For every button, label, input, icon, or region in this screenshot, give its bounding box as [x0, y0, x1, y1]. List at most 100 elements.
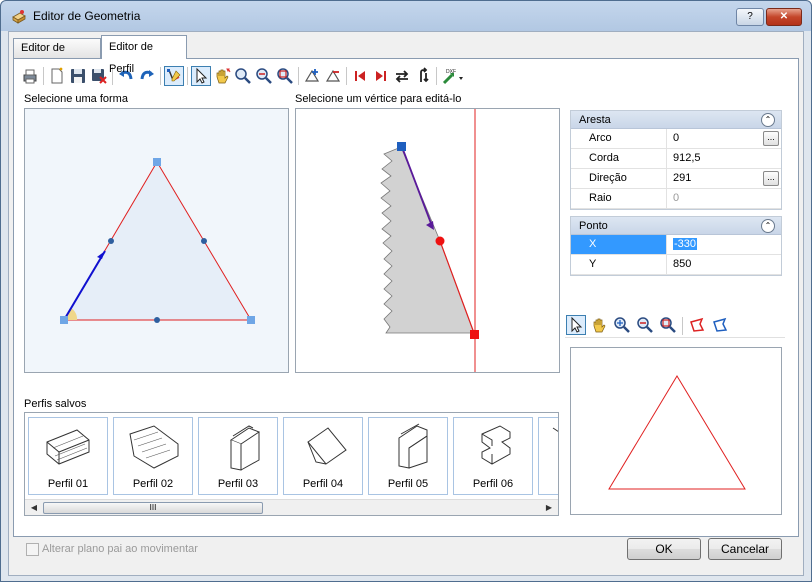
saved-profiles-label: Perfis salvos — [24, 398, 87, 410]
prop-value-text: 291 — [673, 172, 692, 184]
profile-thumb[interactable] — [538, 417, 558, 495]
zoom-out-icon[interactable] — [254, 66, 274, 86]
prop-key: Arco — [571, 129, 667, 148]
shape-drawing — [60, 158, 255, 324]
profile-name: Perfil 04 — [302, 478, 344, 490]
last-vertex-icon[interactable] — [371, 66, 391, 86]
delete-icon[interactable] — [89, 66, 109, 86]
profile-thumb[interactable]: Perfil 03 — [198, 417, 278, 495]
profile-thumb[interactable]: Perfil 05 — [368, 417, 448, 495]
toolbar-separator — [298, 67, 299, 85]
prop-value-input[interactable]: -330 — [667, 235, 781, 254]
profile-shape — [380, 146, 475, 334]
flip-vertical-icon[interactable] — [413, 66, 433, 86]
prop-key: Y — [571, 255, 667, 274]
print-icon[interactable] — [20, 66, 40, 86]
category-ponto[interactable]: Ponto ⌃ — [571, 217, 781, 235]
title-bar[interactable]: Editor de Geometria ? ✕ — [1, 1, 811, 31]
scroll-left-icon[interactable]: ◀ — [27, 502, 41, 514]
tab-editor-de-forma[interactable]: Editor de Forma — [13, 38, 101, 73]
remove-vertex-icon[interactable] — [323, 66, 343, 86]
zoom-in-icon[interactable] — [612, 315, 632, 335]
scroll-right-icon[interactable]: ▶ — [542, 502, 556, 514]
toolbar-separator — [346, 67, 347, 85]
prop-value[interactable]: 912,5 — [667, 149, 781, 168]
pan-hand-icon[interactable] — [212, 66, 232, 86]
preview-triangle — [608, 375, 746, 490]
flip-horizontal-icon[interactable] — [392, 66, 412, 86]
zoom-window-icon[interactable] — [275, 66, 295, 86]
prop-value: 0 — [673, 192, 680, 204]
help-button[interactable]: ? — [736, 8, 764, 26]
profile-name: Perfil 05 — [387, 478, 429, 490]
prop-value[interactable]: 0... — [667, 129, 781, 148]
shape-red-icon[interactable] — [687, 315, 707, 335]
toolbar-separator — [43, 67, 44, 85]
shape-blue-icon[interactable] — [710, 315, 730, 335]
category-ponto-label: Ponto — [579, 220, 608, 232]
shape-canvas[interactable] — [24, 108, 289, 373]
redo-icon[interactable] — [137, 66, 157, 86]
tab-editor-de-perfil[interactable]: Editor de Perfil — [101, 35, 187, 75]
zoom-out-icon[interactable] — [635, 315, 655, 335]
profile-canvas[interactable] — [295, 108, 560, 373]
prop-key: X — [571, 235, 667, 254]
zoom-icon[interactable] — [233, 66, 253, 86]
cancel-button[interactable]: Cancelar — [708, 538, 782, 560]
profile-name: Perfil 02 — [132, 478, 174, 490]
prop-value[interactable]: 850 — [667, 255, 781, 274]
prop-row-arco[interactable]: Arco 0... — [571, 129, 781, 149]
profile-02-icon — [129, 425, 179, 469]
add-vertex-icon[interactable] — [302, 66, 322, 86]
vertex-top — [153, 158, 161, 166]
preview-toolbar — [565, 314, 785, 338]
left-panel-label: Selecione uma forma — [24, 93, 128, 105]
first-vertex-icon[interactable] — [350, 66, 370, 86]
profile-thumb[interactable]: Perfil 06 — [453, 417, 533, 495]
midpoint-bottom — [154, 317, 160, 323]
select-arrow-icon[interactable] — [566, 315, 586, 335]
zoom-window-icon[interactable] — [658, 315, 678, 335]
vertex-left — [60, 316, 68, 324]
triangle-shape — [63, 161, 252, 321]
horizontal-scrollbar[interactable]: ◀ III ▶ — [25, 499, 558, 515]
prop-key: Corda — [571, 149, 667, 168]
collapse-icon[interactable]: ⌃ — [761, 113, 775, 127]
collapse-icon[interactable]: ⌃ — [761, 219, 775, 233]
select-arrow-icon[interactable] — [191, 66, 211, 86]
pan-hand-icon[interactable] — [589, 315, 609, 335]
ellipsis-button[interactable]: ... — [763, 171, 779, 186]
close-button[interactable]: ✕ — [766, 8, 802, 26]
preview-canvas[interactable] — [570, 347, 782, 515]
toolbar-separator — [187, 67, 188, 85]
prop-row-corda[interactable]: Corda 912,5 — [571, 149, 781, 169]
profile-drawing — [380, 109, 479, 372]
dxf-import-icon[interactable]: DXF — [440, 66, 468, 86]
category-aresta[interactable]: Aresta ⌃ — [571, 111, 781, 129]
prop-key: Direção — [571, 169, 667, 188]
new-icon[interactable] — [47, 66, 67, 86]
toolbar-separator — [160, 67, 161, 85]
profile-thumb[interactable]: Perfil 02 — [113, 417, 193, 495]
save-icon[interactable] — [68, 66, 88, 86]
prop-row-direcao[interactable]: Direção 291... — [571, 169, 781, 189]
category-aresta-label: Aresta — [579, 114, 611, 126]
profile-thumb[interactable]: Perfil 04 — [283, 417, 363, 495]
profile-07-icon — [552, 427, 558, 432]
prop-row-x[interactable]: X -330 — [571, 235, 781, 255]
profile-05-icon — [398, 423, 428, 469]
prop-row-y[interactable]: Y 850 — [571, 255, 781, 275]
prop-value[interactable]: 291... — [667, 169, 781, 188]
ellipsis-button[interactable]: ... — [763, 131, 779, 146]
alterar-plano-checkbox[interactable] — [26, 543, 39, 556]
profile-04-icon — [307, 427, 347, 465]
toolbar-separator — [682, 317, 683, 335]
scroll-thumb[interactable]: III — [43, 502, 263, 514]
prop-row-raio[interactable]: Raio 0 — [571, 189, 781, 209]
edit-vertex-icon[interactable] — [164, 66, 184, 86]
ok-button[interactable]: OK — [627, 538, 701, 560]
profile-name: Perfil 01 — [47, 478, 89, 490]
profile-01-icon — [46, 429, 90, 465]
profile-thumb[interactable]: Perfil 01 — [28, 417, 108, 495]
property-grid: Aresta ⌃ Arco 0... Corda 912,5 Direção 2… — [570, 110, 782, 276]
